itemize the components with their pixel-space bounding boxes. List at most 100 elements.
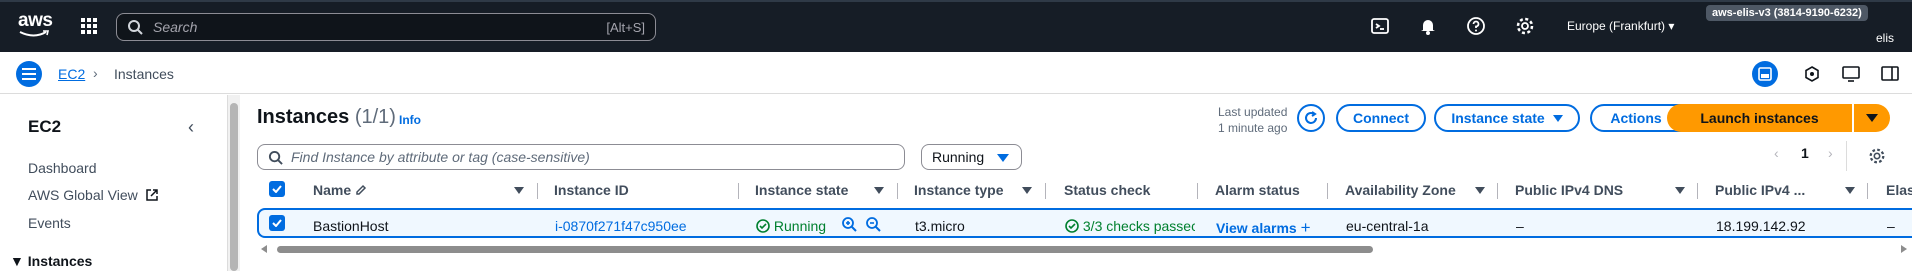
column-header-elastic[interactable]: Elas — [1886, 182, 1912, 198]
table-row[interactable]: BastionHost i-0870f271f47c950ee Running … — [257, 208, 1912, 238]
column-divider[interactable] — [1045, 183, 1046, 199]
table-preferences-button[interactable] — [1862, 141, 1892, 171]
top-navigation: aws Search [Alt+S] Europe (Frankfurt) ▾ — [0, 0, 1912, 52]
column-divider[interactable] — [738, 183, 739, 199]
column-header-status-check[interactable]: Status check — [1064, 182, 1150, 198]
sort-caret-icon[interactable] — [1675, 187, 1685, 194]
cell-public-dns: – — [1516, 218, 1524, 234]
sort-caret-icon[interactable] — [514, 187, 524, 194]
prev-page-icon[interactable]: ‹ — [1774, 145, 1779, 161]
monitor-button[interactable] — [1838, 61, 1864, 87]
connect-button[interactable]: Connect — [1336, 104, 1426, 132]
hamburger-icon — [22, 68, 36, 80]
add-icon[interactable]: + — [1301, 218, 1311, 237]
sort-caret-icon[interactable] — [1475, 187, 1485, 194]
last-updated-label: Last updated — [1218, 105, 1288, 119]
column-divider[interactable] — [897, 183, 898, 199]
sort-caret-icon[interactable] — [1845, 187, 1855, 194]
cell-status-check-text: 3/3 checks passec — [1082, 218, 1195, 234]
column-divider[interactable] — [1197, 183, 1198, 199]
column-divider[interactable] — [1327, 183, 1328, 199]
zoom-in-icon[interactable] — [841, 216, 857, 232]
global-search-input[interactable]: Search [Alt+S] — [116, 13, 656, 41]
tools-panel-button[interactable] — [1877, 61, 1903, 87]
scroll-left-icon[interactable] — [260, 245, 268, 253]
breadcrumb-separator-icon: › — [93, 65, 98, 81]
column-header-instance-id[interactable]: Instance ID — [554, 182, 629, 198]
view-alarms-link[interactable]: View alarms + — [1216, 218, 1311, 238]
sort-caret-icon[interactable] — [1022, 187, 1032, 194]
sidebar-item-dashboard[interactable]: Dashboard — [28, 160, 97, 176]
cell-public-ipv4: 18.199.142.92 — [1716, 218, 1806, 234]
settings-gear-icon[interactable] — [1515, 16, 1535, 36]
caret-down-icon: ▼ — [10, 253, 24, 269]
region-label: Europe (Frankfurt) — [1567, 19, 1666, 33]
column-header-alarm-status[interactable]: Alarm status — [1215, 182, 1300, 198]
cloudshell-icon[interactable] — [1370, 16, 1390, 36]
page-title: Instances (1/1) — [257, 106, 396, 129]
zoom-out-icon[interactable] — [865, 216, 881, 232]
success-check-icon — [1065, 219, 1079, 233]
cell-instance-id-link[interactable]: i-0870f271f47c950ee — [555, 218, 687, 234]
state-filter-value: Running — [932, 149, 985, 165]
caret-down-icon — [997, 154, 1009, 162]
account-badge[interactable]: aws-elis-v3 (3814-9190-6232) — [1706, 5, 1868, 21]
sidebar-item-events[interactable]: Events — [28, 215, 71, 231]
aws-logo-text: aws — [18, 10, 53, 31]
sidebar-section-instances[interactable]: ▼ Instances — [10, 253, 92, 269]
amazon-q-button[interactable] — [1799, 61, 1825, 87]
horizontal-scroll-thumb[interactable] — [277, 246, 1373, 253]
column-divider[interactable] — [1697, 183, 1698, 199]
table-horizontal-scrollbar[interactable] — [257, 244, 1912, 254]
external-link-icon — [145, 189, 158, 201]
instance-state-button[interactable]: Instance state — [1434, 104, 1580, 132]
page-number[interactable]: 1 — [1801, 145, 1809, 161]
region-selector[interactable]: Europe (Frankfurt) ▾ — [1567, 19, 1674, 33]
breadcrumb-current: Instances — [114, 66, 174, 82]
scroll-right-icon[interactable] — [1900, 245, 1908, 253]
username[interactable]: elis — [1876, 31, 1894, 45]
split-panel-button[interactable] — [1752, 61, 1778, 87]
info-link[interactable]: Info — [399, 113, 421, 127]
sidebar-item-global-view[interactable]: AWS Global View — [28, 187, 158, 203]
notifications-bell-icon[interactable] — [1418, 16, 1438, 36]
top-divider — [0, 0, 1912, 2]
cell-instance-type: t3.micro — [915, 218, 965, 234]
sidebar-close-icon[interactable]: ‹ — [188, 117, 194, 138]
column-header-public-ipv4-dns[interactable]: Public IPv4 DNS — [1515, 182, 1623, 198]
column-header-availability-zone[interactable]: Availability Zone — [1345, 182, 1456, 198]
services-grid-icon[interactable] — [80, 17, 98, 35]
select-all-checkbox[interactable] — [269, 181, 285, 197]
column-header-public-ipv4[interactable]: Public IPv4 ... — [1715, 182, 1805, 198]
refresh-button[interactable] — [1297, 104, 1325, 132]
column-header-instance-state[interactable]: Instance state — [755, 182, 848, 198]
aws-logo[interactable]: aws — [18, 10, 53, 38]
refresh-icon — [1305, 111, 1317, 124]
sort-caret-icon[interactable] — [874, 187, 884, 194]
page-title-text: Instances — [257, 106, 350, 128]
caret-down-icon — [1552, 114, 1563, 122]
launch-instances-button[interactable]: Launch instances — [1667, 104, 1852, 132]
column-divider[interactable] — [537, 183, 538, 199]
find-placeholder: Find Instance by attribute or tag (case-… — [291, 149, 590, 165]
column-header-name[interactable]: Name — [313, 182, 367, 198]
pager-divider — [1846, 141, 1847, 171]
view-alarms-label: View alarms — [1216, 220, 1297, 236]
column-header-name-label: Name — [313, 182, 352, 198]
sidebar-scroll-thumb[interactable] — [230, 103, 238, 271]
launch-instances-dropdown[interactable] — [1854, 104, 1890, 132]
column-header-instance-type[interactable]: Instance type — [914, 182, 1003, 198]
column-divider[interactable] — [1497, 183, 1498, 199]
column-divider[interactable] — [1867, 183, 1868, 199]
help-icon[interactable] — [1466, 16, 1486, 36]
find-instance-input[interactable]: Find Instance by attribute or tag (case-… — [257, 144, 905, 170]
breadcrumb-ec2-link[interactable]: EC2 — [58, 66, 85, 82]
cell-elastic-ip: – — [1887, 218, 1895, 234]
state-filter-select[interactable]: Running — [921, 144, 1022, 170]
row-checkbox[interactable] — [269, 215, 285, 231]
sidebar-scrollbar[interactable] — [228, 95, 240, 271]
hexagon-icon — [1805, 66, 1819, 82]
caret-down-icon — [1866, 114, 1878, 122]
menu-toggle-button[interactable] — [16, 61, 42, 87]
next-page-icon[interactable]: › — [1828, 145, 1833, 161]
